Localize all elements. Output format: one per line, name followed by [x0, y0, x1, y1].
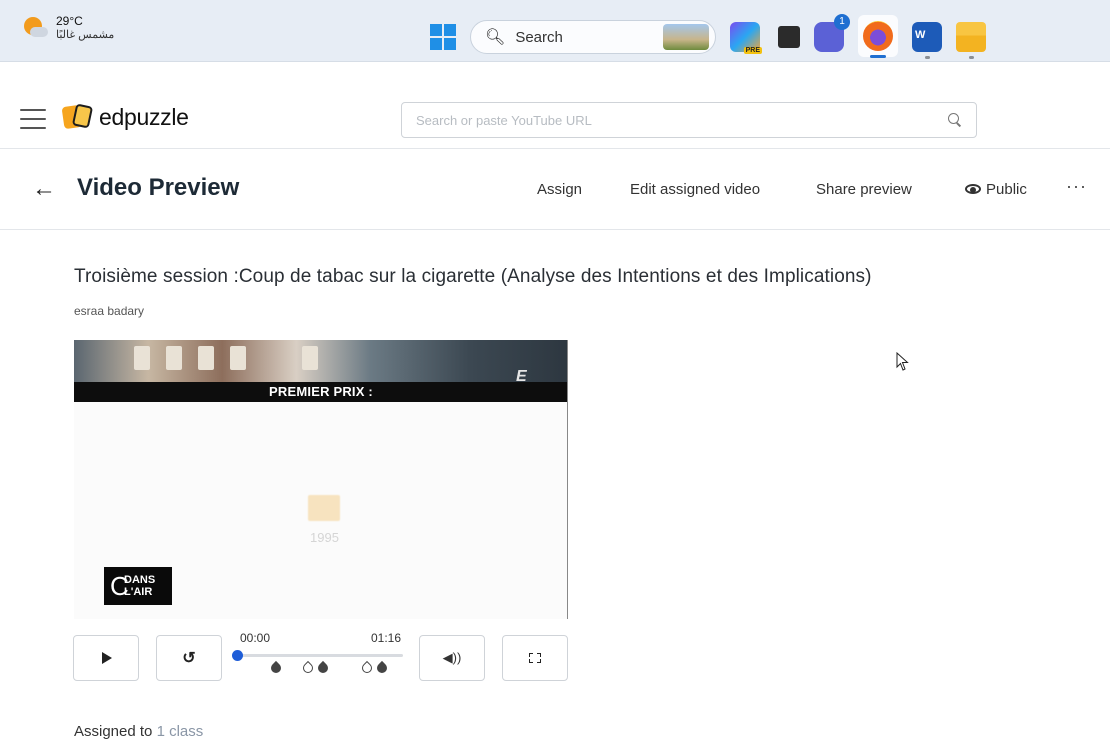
teams-icon[interactable]: 1 [814, 14, 850, 52]
dark-app-icon[interactable] [778, 26, 800, 48]
dans-lair-watermark: C DANS L'AIR [104, 567, 172, 605]
page-title: Video Preview [77, 174, 240, 201]
question-marker[interactable] [318, 661, 328, 673]
question-marker[interactable] [271, 661, 281, 673]
assigned-classes-link[interactable]: 1 class [157, 723, 204, 740]
header-divider [0, 148, 1110, 149]
fullscreen-icon [529, 653, 541, 663]
assigned-info: Assigned to 1 class [74, 723, 203, 740]
subheader-divider [0, 229, 1110, 230]
play-icon [102, 652, 112, 664]
search-icon[interactable] [948, 113, 962, 127]
blurred-year-text: 1995 [310, 530, 339, 545]
eye-icon [964, 183, 984, 196]
video-frame-shelf-image [74, 340, 567, 382]
taskbar-search-label: Search [515, 28, 563, 46]
copilot-icon[interactable]: PRE [730, 22, 762, 54]
blurred-product-image [308, 495, 340, 521]
replay-button[interactable]: ↺ [156, 635, 222, 681]
video-search-input[interactable] [416, 112, 948, 128]
volume-button[interactable]: ◀)) [419, 635, 485, 681]
logo-text: edpuzzle [99, 103, 189, 130]
progress-knob[interactable] [232, 650, 243, 661]
fullscreen-button[interactable] [502, 635, 568, 681]
hamburger-menu-icon[interactable] [20, 109, 46, 129]
firefox-icon [863, 21, 893, 51]
puzzle-logo-icon [61, 102, 94, 132]
assign-button[interactable]: Assign [537, 181, 582, 198]
weather-widget[interactable]: 29°C مشمس غالبًا [22, 14, 114, 42]
volume-icon: ◀)) [442, 650, 462, 665]
assigned-prefix: Assigned to [74, 723, 153, 740]
firefox-taskbar-slot[interactable] [858, 15, 898, 58]
windows-start-icon[interactable] [430, 24, 456, 50]
word-icon[interactable]: W [912, 22, 942, 59]
weather-temperature: 29°C [56, 14, 83, 28]
video-search-box [401, 102, 977, 138]
search-highlight-image [663, 24, 709, 50]
edpuzzle-logo[interactable]: edpuzzle [61, 102, 189, 132]
total-time: 01:16 [371, 631, 402, 645]
active-app-indicator [870, 55, 886, 58]
taskbar-apps: 🔍︎ Search PRE 1 W [430, 14, 986, 59]
video-author: esraa badary [74, 304, 145, 318]
question-marker[interactable] [362, 661, 372, 673]
back-arrow-icon[interactable]: ← [32, 176, 56, 202]
more-options-icon[interactable]: ··· [1066, 176, 1087, 197]
video-title: Troisième session :Coup de tabac sur la … [74, 266, 872, 287]
video-player[interactable]: E PREMIER PRIX : 1995 C DANS L'AIR [74, 340, 568, 619]
edit-assigned-video-button[interactable]: Edit assigned video [630, 181, 760, 198]
windows-taskbar: 29°C مشمس غالبًا 🔍︎ Search PRE 1 W [0, 0, 1110, 62]
replay-icon: ↺ [182, 650, 196, 667]
copilot-pre-badge: PRE [743, 47, 762, 54]
video-banner-text: PREMIER PRIX : [269, 384, 373, 399]
public-label: Public [986, 181, 1027, 198]
taskbar-search[interactable]: 🔍︎ Search [470, 20, 716, 54]
file-explorer-icon[interactable] [956, 22, 986, 59]
progress-track[interactable] [237, 654, 403, 657]
video-banner: PREMIER PRIX : [74, 382, 567, 402]
weather-sunny-icon [22, 15, 48, 41]
public-visibility-button[interactable]: Public [964, 181, 1027, 198]
weather-description: مشمس غالبًا [56, 29, 115, 41]
question-marker[interactable] [377, 661, 387, 673]
teams-notification-badge: 1 [834, 14, 850, 30]
share-preview-button[interactable]: Share preview [816, 181, 912, 198]
search-icon: 🔍︎ [485, 29, 506, 46]
question-marker[interactable] [303, 661, 313, 673]
play-button[interactable] [73, 635, 139, 681]
mouse-cursor-icon [896, 352, 909, 371]
current-time: 00:00 [240, 631, 271, 645]
